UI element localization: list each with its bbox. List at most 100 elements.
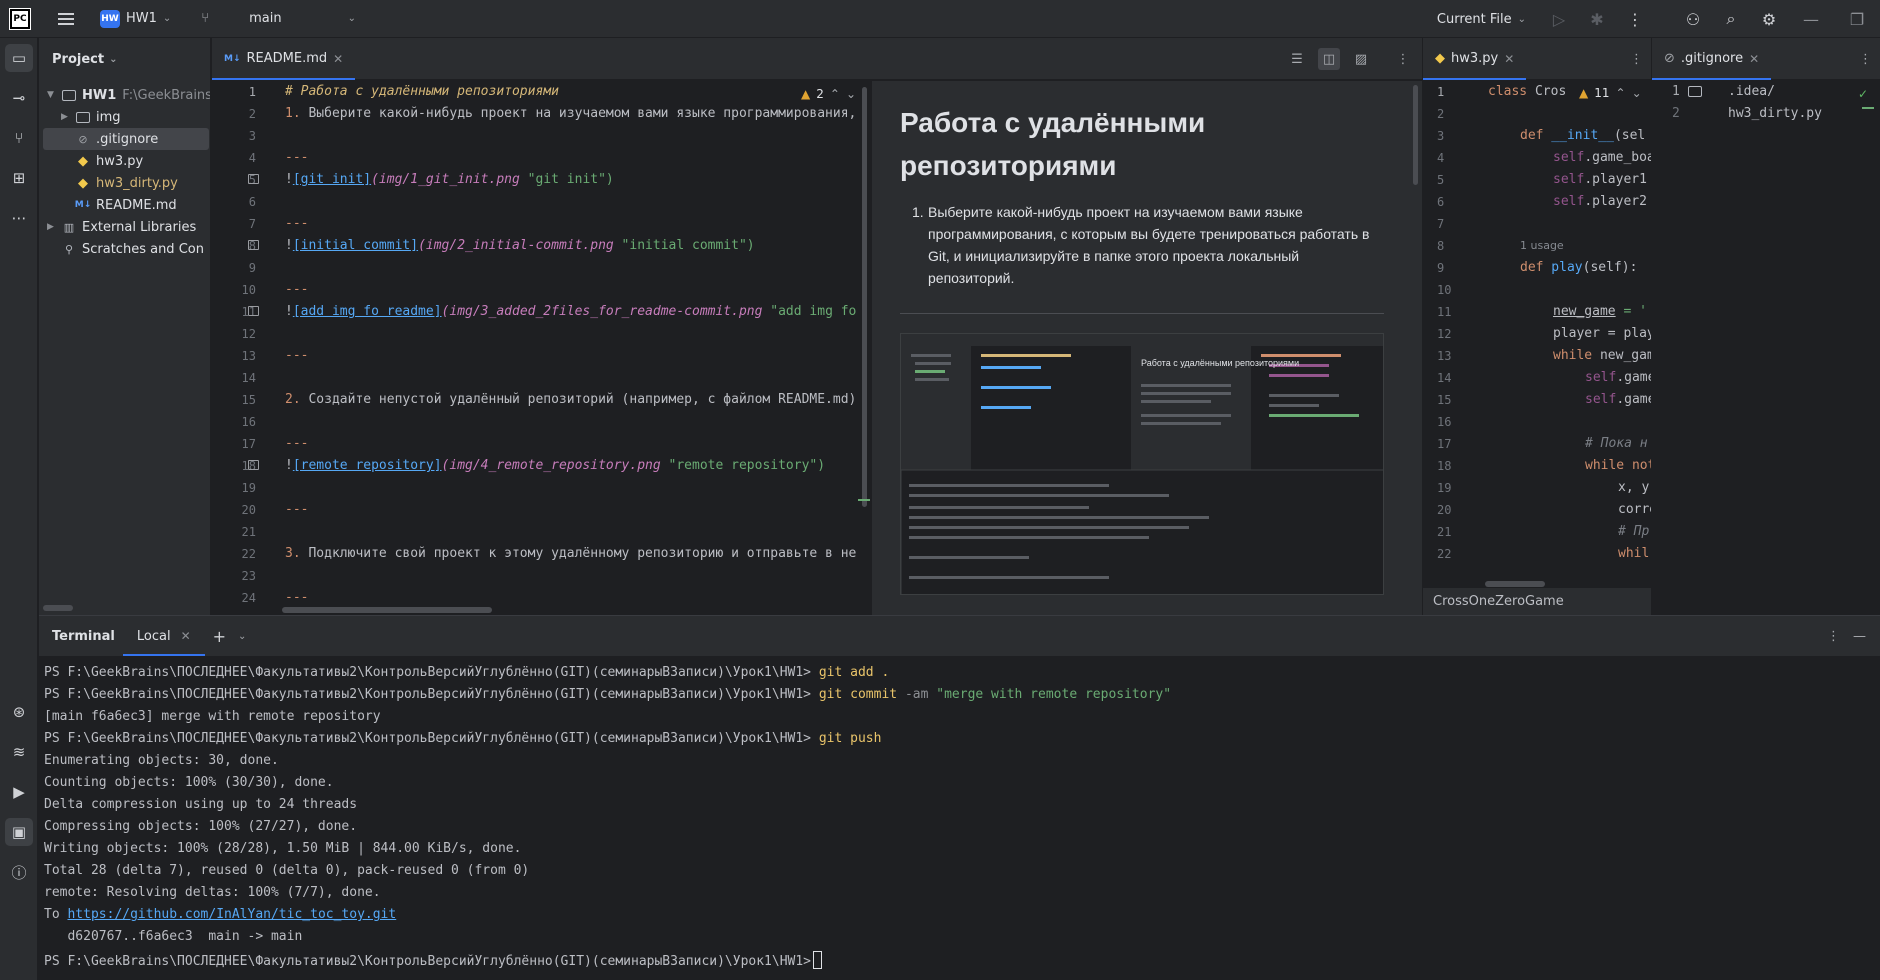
usage-hint[interactable]: 1 usage — [1520, 239, 1564, 252]
inspection-widget[interactable]: ▲ 2 ⌃ ⌄ — [801, 87, 856, 101]
image-icon[interactable] — [248, 460, 259, 470]
chevron-down-icon[interactable]: ▼ — [47, 90, 61, 100]
tab-local[interactable]: Local ✕ — [122, 629, 205, 656]
breadcrumb[interactable]: CrossOneZeroGame — [1423, 587, 1651, 615]
close-icon[interactable]: ✕ — [1749, 52, 1759, 66]
hide-panel-icon[interactable]: — — [1853, 629, 1866, 644]
tree-item-scratches[interactable]: ⚲ Scratches and Con — [61, 238, 204, 260]
vertical-scrollbar[interactable] — [862, 87, 867, 507]
chevron-right-icon[interactable]: ▶ — [61, 112, 75, 122]
close-icon[interactable]: ✕ — [181, 629, 191, 643]
horizontal-rule — [900, 313, 1384, 314]
services-icon[interactable]: ▶ — [5, 778, 33, 806]
chevron-right-icon[interactable]: ▶ — [47, 222, 61, 232]
tree-item-hw3[interactable]: ◆ hw3.py — [75, 150, 143, 172]
pull-requests-icon[interactable]: ⑂ — [5, 124, 33, 152]
terminal-tool-icon[interactable]: ▣ — [5, 818, 33, 846]
main-menu-icon[interactable] — [58, 12, 74, 25]
gitignore-editor[interactable]: 1 2 .idea/ hw3_dirty.py ✓ — [1652, 81, 1880, 615]
search-icon[interactable]: ⌕ — [1712, 0, 1750, 38]
tree-item-hw3-dirty[interactable]: ◆ hw3_dirty.py — [75, 172, 178, 194]
inspection-widget[interactable]: ▲ 11 ⌃ ⌄ — [1575, 86, 1642, 100]
project-switcher[interactable]: HW HW1 ⌄ — [100, 9, 171, 28]
python-editor[interactable]: 1 2 3 4 5 6 7 8 9 10 11 12 13 14 15 16 17 18 19 20 21 22 clas… — [1423, 81, 1651, 587]
run-config-selector[interactable]: Current File ⌄ — [1437, 12, 1526, 27]
terminal-output[interactable]: PS F:\GeekBrains\ПОСЛЕДНЕЕ\Факультативы2… — [44, 657, 1880, 980]
chevron-down-icon[interactable]: ⌄ — [238, 631, 246, 642]
code-line: 3. Подключите свой проект к этому удалён… — [285, 546, 856, 561]
code-line: self.player1 — [1553, 172, 1647, 187]
project-tool-icon[interactable]: ▭ — [5, 44, 33, 72]
settings-icon[interactable]: ⚙ — [1750, 0, 1788, 38]
tree-item-hw1[interactable]: ▼ HW1 F:\GeekBrains — [47, 84, 210, 106]
keyword: class — [1488, 84, 1528, 99]
tab-hw3[interactable]: ◆ hw3.py ✕ — [1423, 38, 1527, 80]
link-text[interactable]: [add img fo readme] — [293, 304, 442, 319]
image-icon[interactable] — [248, 174, 259, 184]
tab-gitignore[interactable]: ⊘ .gitignore ✕ — [1652, 38, 1772, 80]
tab-readme[interactable]: M↓ README.md ✕ — [212, 38, 356, 80]
horizontal-scrollbar[interactable] — [43, 605, 73, 611]
debug-icon[interactable]: ✱ — [1578, 0, 1616, 38]
new-tab-icon[interactable]: + — [213, 627, 226, 646]
close-icon[interactable]: ✕ — [333, 52, 343, 66]
more-tools-icon[interactable]: ⋯ — [5, 204, 33, 232]
problems-icon[interactable]: ⓘ — [5, 858, 33, 886]
code-line: self.game — [1585, 370, 1651, 385]
terminal-panel: Terminal Local ✕ + ⌄ ⋮ — PS F:\GeekBrain… — [39, 615, 1880, 980]
split-mode-icon[interactable]: ◫ — [1318, 48, 1340, 70]
tree-item-img[interactable]: ▶ img — [61, 106, 121, 128]
maximize-icon[interactable]: ❐ — [1834, 0, 1880, 38]
repository-link[interactable]: https://github.com/InAlYan/tic_toc_toy.g… — [67, 907, 396, 922]
more-actions-icon[interactable]: ⋮ — [1630, 52, 1643, 67]
image-icon[interactable] — [248, 306, 259, 316]
list-text: Подключите свой проект к этому удалённом… — [300, 546, 857, 561]
structure-icon[interactable]: ⊞ — [5, 164, 33, 192]
chevron-down-icon[interactable]: ⌄ — [846, 87, 856, 101]
prompt: PS F:\GeekBrains\ПОСЛЕДНЕЕ\Факультативы2… — [44, 687, 812, 702]
branch-switcher[interactable]: ⑂ main ⌄ — [201, 11, 356, 26]
preview-only-icon[interactable]: ▨ — [1350, 48, 1372, 70]
chevron-up-icon[interactable]: ⌃ — [1616, 86, 1626, 100]
hw3-tab-bar: ◆ hw3.py ✕ ⋮ — [1423, 38, 1651, 80]
chevron-down-icon[interactable]: ⌄ — [1632, 86, 1642, 100]
minimize-icon[interactable]: — — [1788, 0, 1834, 38]
line-number: 14 — [241, 371, 256, 385]
horizontal-scrollbar[interactable] — [282, 607, 492, 613]
link-text[interactable]: [initial commit] — [293, 238, 418, 253]
more-actions-icon[interactable]: ⋮ — [1616, 0, 1654, 38]
tree-item-external-libraries[interactable]: ▶ ▥ External Libraries — [47, 216, 196, 238]
line-number: 22 — [1437, 547, 1452, 561]
keyword: def — [1520, 260, 1544, 275]
more-actions-icon[interactable]: ⋮ — [1392, 48, 1414, 70]
more-actions-icon[interactable]: ⋮ — [1859, 52, 1872, 67]
link-text[interactable]: [git init] — [293, 172, 371, 187]
link-title: "initial commit") — [613, 238, 755, 253]
more-actions-icon[interactable]: ⋮ — [1827, 629, 1840, 644]
python-console-icon[interactable]: ⊛ — [5, 698, 33, 726]
layers-icon[interactable]: ≋ — [5, 738, 33, 766]
project-panel-header[interactable]: Project ⌄ — [39, 38, 210, 80]
folder-icon — [61, 88, 77, 102]
add-user-icon[interactable]: ⚇ — [1674, 0, 1712, 38]
markdown-editor[interactable]: 1 2 3 4 5 6 7 8 9 10 11 12 13 14 15 16 17 18 19 20 21 22 23 24 … — [212, 81, 871, 615]
code-text: .player1 — [1584, 172, 1647, 187]
commit-tool-icon[interactable]: ⊸ — [5, 84, 33, 112]
tree-item-gitignore[interactable]: ⊘ .gitignore — [43, 128, 209, 150]
output-text: To — [44, 907, 68, 922]
image-icon[interactable] — [248, 240, 259, 250]
editor-only-icon[interactable]: ☰ — [1286, 48, 1308, 70]
link-text[interactable]: [remote repository] — [293, 458, 442, 473]
chevron-up-icon[interactable]: ⌃ — [830, 87, 840, 101]
vertical-scrollbar[interactable] — [1413, 85, 1418, 185]
tree-item-readme[interactable]: M↓ README.md — [75, 194, 177, 216]
warning-count: 2 — [816, 87, 824, 101]
close-icon[interactable]: ✕ — [1504, 52, 1514, 66]
line-number: 17 — [1437, 437, 1452, 451]
breadcrumb-class[interactable]: CrossOneZeroGame — [1433, 594, 1564, 609]
title-bar: PC HW HW1 ⌄ ⑂ main ⌄ Current File ⌄ ▷ ✱ … — [0, 0, 1880, 38]
run-icon[interactable]: ▷ — [1540, 0, 1578, 38]
code-line: ![git init](img/1_git_init.png "git init… — [285, 172, 614, 187]
code-line: def __init__(sel — [1520, 128, 1645, 143]
line-number: 24 — [241, 591, 256, 605]
